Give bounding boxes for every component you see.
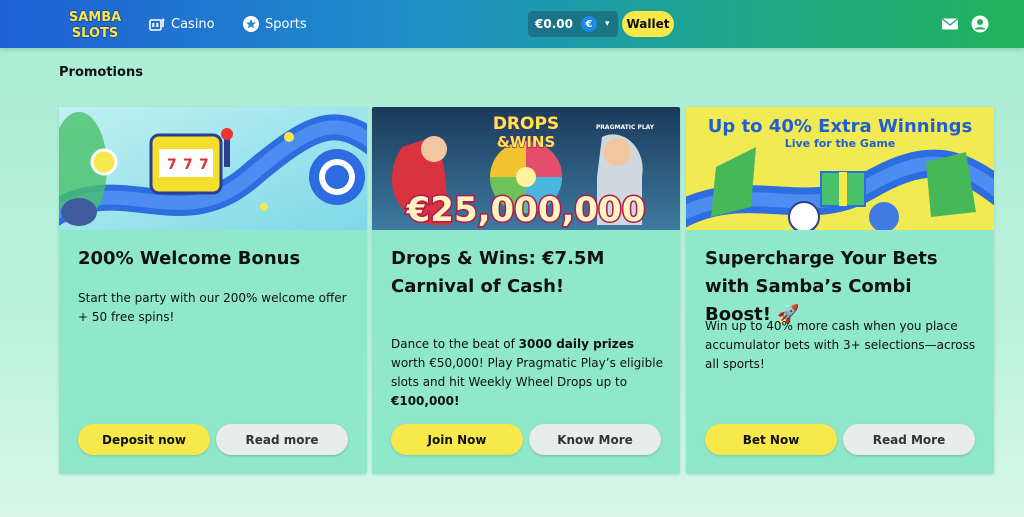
balance-dropdown[interactable]: €0.00 € ▾ [528,11,618,37]
page-title: Promotions [59,65,143,80]
read-more-button[interactable]: Read More [843,424,975,455]
svg-text:SAMBA: SAMBA [69,10,121,25]
read-more-button[interactable]: Read more [216,424,348,455]
card-title: Drops & Wins: €7.5M Carnival of Cash! [391,248,605,297]
svg-text:7: 7 [183,157,193,173]
card-description: Start the party with our 200% welcome of… [78,291,347,324]
balance-amount: €0.00 [535,17,573,31]
promo-banner-combi-boost: Up to 40% Extra Winnings Live for the Ga… [686,107,994,230]
svg-text:DROPS: DROPS [493,114,559,134]
casino-icon [148,15,166,33]
know-more-button[interactable]: Know More [529,424,661,455]
promo-card-welcome-bonus: 7 7 7 200% Welcome Bonus Start the party… [59,107,367,474]
nav-sports[interactable]: Sports [242,12,307,36]
nav-sports-label: Sports [265,16,307,32]
join-now-button[interactable]: Join Now [391,424,523,455]
card-description: Dance to the beat of 3000 daily prizes w… [391,337,663,408]
svg-text:&WINS: &WINS [497,133,556,151]
promo-banner-slot-machine: 7 7 7 [59,107,367,230]
nav-casino-label: Casino [171,16,215,32]
mail-icon[interactable] [940,14,960,34]
promo-card-drops-wins: DROPS &WINS PRAGMATIC PLAY €25,000,000 D… [372,107,680,474]
deposit-now-button[interactable]: Deposit now [78,424,210,455]
chevron-down-icon: ▾ [604,19,610,29]
svg-text:SLOTS: SLOTS [72,26,118,41]
euro-currency-icon: € [580,16,597,32]
svg-text:7: 7 [167,157,177,173]
wallet-button[interactable]: Wallet [622,11,674,37]
nav-casino[interactable]: Casino [148,12,215,36]
promo-banner-drops-wins: DROPS &WINS PRAGMATIC PLAY €25,000,000 [372,107,680,230]
top-navbar: SAMBA SLOTS Casino Sports €0.00 € ▾ Wall… [0,0,1024,48]
svg-text:Up to 40% Extra Winnings: Up to 40% Extra Winnings [708,116,972,137]
svg-text:PRAGMATIC PLAY: PRAGMATIC PLAY [596,124,655,131]
svg-text:Live for the Game: Live for the Game [785,137,896,150]
promo-card-combi-boost: Up to 40% Extra Winnings Live for the Ga… [686,107,994,474]
bet-now-button[interactable]: Bet Now [705,424,837,455]
user-account-icon[interactable] [970,14,990,34]
card-description: Win up to 40% more cash when you place a… [705,319,976,371]
card-title: 200% Welcome Bonus [78,248,301,269]
svg-text:7: 7 [199,157,209,173]
sports-star-icon [242,15,260,33]
svg-text:€25,000,000: €25,000,000 [406,190,646,230]
samba-slots-logo[interactable]: SAMBA SLOTS [58,6,132,42]
